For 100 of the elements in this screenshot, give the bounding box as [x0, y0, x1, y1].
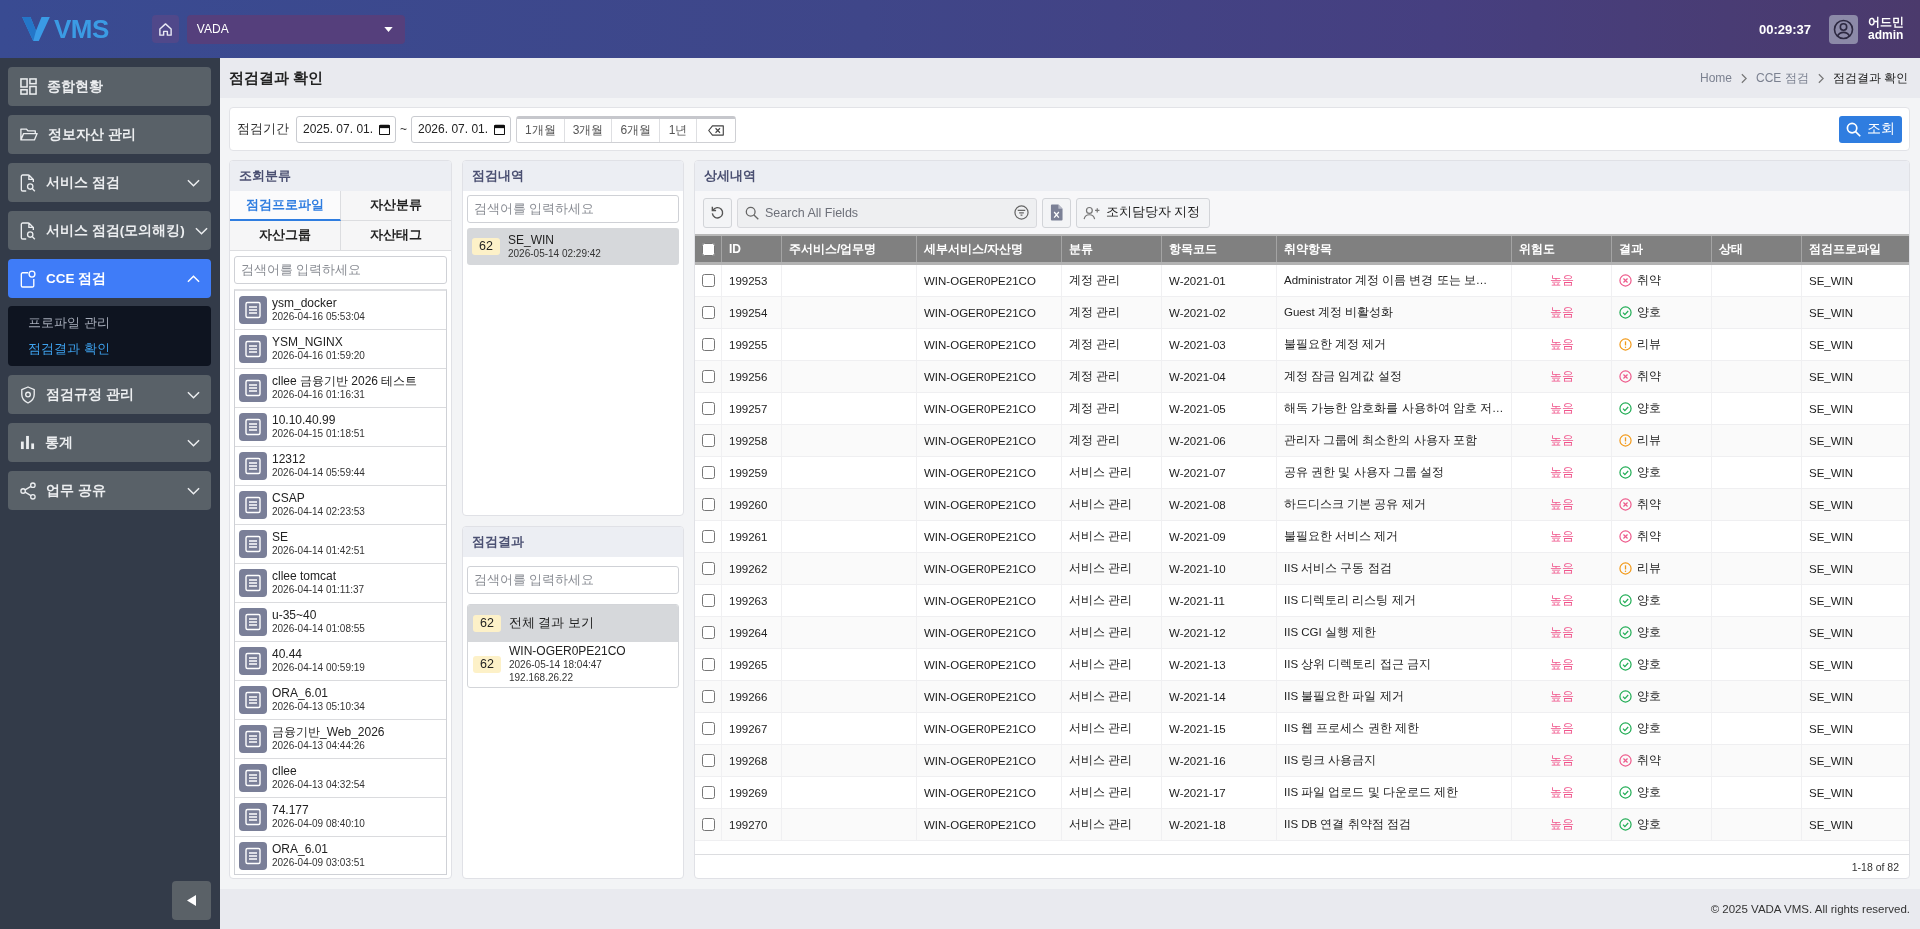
sidebar-item[interactable]: 서비스 점검(모의해킹): [8, 211, 211, 250]
table-cell: 높음: [1512, 745, 1612, 776]
row-checkbox[interactable]: [701, 274, 715, 287]
column-header[interactable]: 점검프로파일: [1802, 236, 1909, 262]
row-checkbox[interactable]: [701, 754, 715, 767]
search-button[interactable]: 조회: [1839, 115, 1902, 143]
search-field[interactable]: 검색어를 입력하세요: [467, 566, 679, 594]
column-header[interactable]: ID: [722, 236, 782, 262]
row-checkbox[interactable]: [701, 434, 715, 447]
table-cell-text: SE_WIN: [1808, 721, 1855, 737]
row-checkbox[interactable]: [701, 722, 715, 735]
row-checkbox[interactable]: [701, 658, 715, 671]
row-checkbox[interactable]: [701, 306, 715, 319]
range-button[interactable]: 1개월: [517, 118, 565, 142]
profile-item[interactable]: ORA_6.01 2026-04-13 05:10:34: [235, 681, 446, 720]
profile-item[interactable]: 10.10.40.99 2026-04-15 01:18:51: [235, 408, 446, 447]
row-checkbox[interactable]: [701, 626, 715, 639]
table-cell: 높음: [1512, 521, 1612, 552]
row-checkbox[interactable]: [701, 818, 715, 831]
table-cell: W-2021-13: [1162, 649, 1277, 680]
select-all-checkbox[interactable]: [701, 242, 715, 256]
breadcrumb-link[interactable]: CCE 점검: [1756, 69, 1809, 87]
item-name: SE_WIN: [508, 233, 555, 247]
profile-date: 2026-04-13 05:10:34: [272, 700, 365, 713]
date-field[interactable]: 2025. 07. 01.: [296, 115, 396, 143]
profile-item[interactable]: CSAP 2026-04-14 02:23:53: [235, 486, 446, 525]
table-cell: 199258: [722, 425, 782, 456]
column-header[interactable]: 취약항목: [1277, 236, 1512, 262]
collapse-button[interactable]: [172, 881, 211, 920]
history-item[interactable]: 62 SE_WIN 2026-05-14 02:29:42: [467, 228, 679, 265]
column-header[interactable]: 분류: [1062, 236, 1162, 262]
home-button[interactable]: [151, 15, 179, 43]
profile-item[interactable]: cllee 2026-04-13 04:32:54: [235, 759, 446, 798]
sidebar-item[interactable]: 점검규정 관리: [8, 375, 211, 414]
export-button[interactable]: [1042, 197, 1071, 228]
sidebar-item[interactable]: 종합현황: [8, 67, 211, 106]
column-header[interactable]: 주서비스/업무명: [782, 236, 917, 262]
profile-item[interactable]: YSM_NGINX 2026-04-16 01:59:20: [235, 330, 446, 369]
column-header[interactable]: 항목코드: [1162, 236, 1277, 262]
profile-item[interactable]: 12312 2026-04-14 05:59:44: [235, 447, 446, 486]
profile-item[interactable]: cllee 금융기반 2026 테스트 2026-04-16 01:16:31: [235, 369, 446, 408]
result-text: 양호: [1637, 401, 1661, 416]
result-item[interactable]: 62 전체 결과 보기: [468, 605, 678, 642]
table-cell-text: SE_WIN: [1808, 689, 1855, 705]
tab[interactable]: 자산그룹: [230, 221, 341, 251]
table-cell: 199266: [722, 681, 782, 712]
row-checkbox[interactable]: [701, 466, 715, 479]
profile-item[interactable]: 74.177 2026-04-09 08:40:10: [235, 798, 446, 837]
table-cell: 서비스 관리: [1062, 457, 1162, 488]
sidebar-item[interactable]: 업무 공유: [8, 471, 211, 510]
sidebar-item[interactable]: CCE 점검: [8, 259, 211, 298]
refresh-button[interactable]: [703, 197, 732, 228]
table-cell: WIN-OGER0PE21CO: [917, 521, 1062, 552]
profile-item[interactable]: 금융기반_Web_2026 2026-04-13 04:44:26: [235, 720, 446, 759]
search-field[interactable]: 검색어를 입력하세요: [234, 256, 447, 284]
row-checkbox[interactable]: [701, 402, 715, 415]
row-checkbox[interactable]: [701, 530, 715, 543]
date-field[interactable]: 2026. 07. 01.: [411, 115, 511, 143]
profile-item[interactable]: 40.44 2026-04-14 00:59:19: [235, 642, 446, 681]
sidebar-item[interactable]: 통계: [8, 423, 211, 462]
row-checkbox[interactable]: [701, 786, 715, 799]
column-header[interactable]: 세부서비스/자산명: [917, 236, 1062, 262]
profile-item[interactable]: u-35~40 2026-04-14 01:08:55: [235, 603, 446, 642]
assign-button[interactable]: 조치담당자 지정: [1076, 197, 1211, 228]
column-header[interactable]: 결과: [1612, 236, 1712, 262]
row-checkbox[interactable]: [701, 338, 715, 351]
search-field[interactable]: 검색어를 입력하세요: [467, 195, 679, 223]
table-cell: W-2021-08: [1162, 489, 1277, 520]
profile-item[interactable]: ysm_docker 2026-04-16 05:53:04: [235, 291, 446, 330]
column-header[interactable]: 상태: [1712, 236, 1802, 262]
submenu-item[interactable]: 프로파일 관리: [28, 313, 110, 333]
sidebar-item[interactable]: 서비스 점검: [8, 163, 211, 202]
result-text: 취약: [1637, 369, 1661, 384]
row-checkbox[interactable]: [701, 594, 715, 607]
row-checkbox[interactable]: [701, 498, 715, 511]
profile-item[interactable]: ORA_6.01 2026-04-09 03:03:51: [235, 837, 446, 874]
row-checkbox[interactable]: [701, 562, 715, 575]
filter-icon[interactable]: [1014, 204, 1029, 220]
result-text: 리뷰: [1637, 433, 1661, 448]
tab[interactable]: 자산분류: [340, 191, 451, 221]
tab[interactable]: 점검프로파일: [230, 191, 341, 221]
row-checkbox[interactable]: [701, 690, 715, 703]
row-checkbox[interactable]: [701, 370, 715, 383]
site-select[interactable]: VADA: [186, 14, 405, 44]
profile-date: 2026-04-14 01:42:51: [272, 544, 365, 557]
table-cell: 높음: [1512, 457, 1612, 488]
tab[interactable]: 자산태그: [340, 221, 451, 251]
sidebar-item[interactable]: 정보자산 관리: [8, 115, 211, 154]
profile-item[interactable]: SE 2026-04-14 01:42:51: [235, 525, 446, 564]
profile-item[interactable]: cllee tomcat 2026-04-14 01:11:37: [235, 564, 446, 603]
result-text: 양호: [1637, 465, 1661, 480]
panel-title: 상세내역: [695, 161, 1909, 191]
avatar-icon[interactable]: [1829, 14, 1858, 44]
submenu-item[interactable]: 점검결과 확인: [28, 339, 110, 359]
search-field[interactable]: Search All Fields: [737, 197, 1037, 228]
table-cell: IIS 상위 디렉토리 접근 금지: [1277, 649, 1512, 680]
column-header[interactable]: 위험도: [1512, 236, 1612, 262]
table-cell-text: SE_WIN: [1808, 273, 1855, 289]
table-cell: 계정 잠금 임계값 설정: [1277, 361, 1512, 392]
result-item[interactable]: 62 WIN-OGER0PE21CO 2026-05-14 18:04:47 192.168.26.22: [468, 642, 678, 687]
